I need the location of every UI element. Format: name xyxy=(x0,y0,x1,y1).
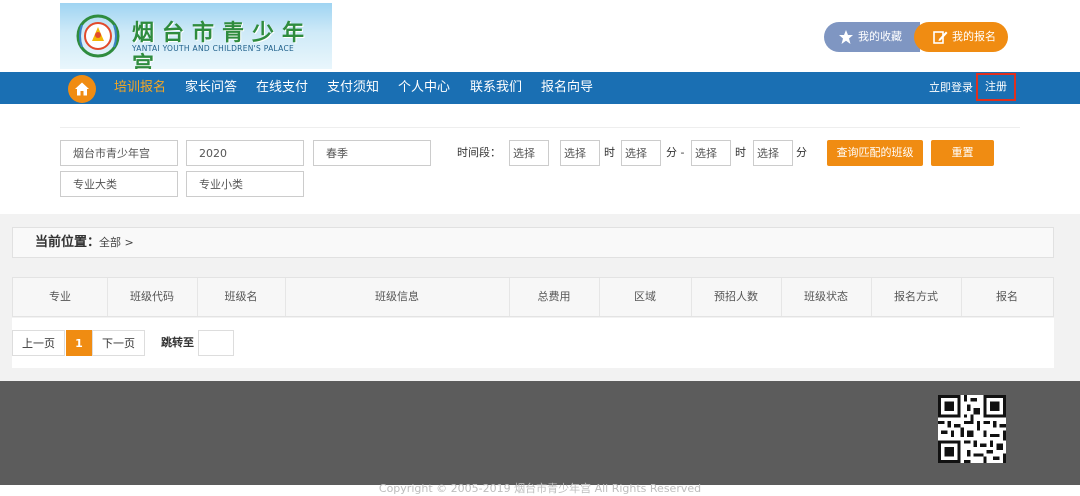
major-category-select[interactable]: 专业大类 xyxy=(60,171,178,197)
pagination: 上一页 1 下一页 跳转至 xyxy=(12,318,1054,368)
nav-parent-qa[interactable]: 家长问答 xyxy=(185,72,237,104)
start-hour-select[interactable]: 选择 xyxy=(509,140,549,166)
minute-label: 分 xyxy=(796,146,807,159)
page-1-button[interactable]: 1 xyxy=(66,330,92,356)
major-subcategory-select[interactable]: 专业小类 xyxy=(186,171,304,197)
col-class-status: 班级状态 xyxy=(804,290,848,303)
col-major: 专业 xyxy=(49,290,71,303)
col-total-fee: 总费用 xyxy=(537,290,571,303)
my-favorites-button[interactable]: 我的收藏 xyxy=(824,22,920,52)
site-footer: Copyright © 2005-2019 烟台市青少年宫 All Rights… xyxy=(0,381,1080,495)
col-class-info: 班级信息 xyxy=(375,290,419,303)
qr-code-icon xyxy=(938,395,1006,463)
col-register: 报名 xyxy=(996,290,1018,303)
col-registration-method: 报名方式 xyxy=(894,290,938,303)
site-logo[interactable]: 烟台市青少年宫 YANTAI YOUTH AND CHILDREN'S PALA… xyxy=(60,3,332,69)
nav-registration-guide[interactable]: 报名向导 xyxy=(541,72,593,104)
filter-panel: 烟台市青少年宫 2020 春季 时间段： 选择 选择 时 选择 分 - 选择 时… xyxy=(0,104,1080,214)
class-table-header: 专业 班级代码 班级名 班级信息 总费用 区域 预招人数 班级状态 报名方式 报… xyxy=(12,277,1054,317)
end-minute-select[interactable]: 选择 xyxy=(753,140,793,166)
filter-divider xyxy=(60,127,1020,128)
palace-emblem-icon xyxy=(76,14,120,58)
edit-icon xyxy=(933,31,948,44)
minute-dash-label: 分 - xyxy=(666,146,685,159)
nav-payment-notice[interactable]: 支付须知 xyxy=(327,72,379,104)
login-link[interactable]: 立即登录 xyxy=(929,72,973,104)
nav-training-registration[interactable]: 培训报名 xyxy=(114,72,166,104)
col-class-code: 班级代码 xyxy=(130,290,174,303)
col-class-name: 班级名 xyxy=(224,290,258,303)
my-registration-button[interactable]: 我的报名 xyxy=(914,22,1008,52)
site-header: 烟台市青少年宫 YANTAI YOUTH AND CHILDREN'S PALA… xyxy=(0,0,1080,72)
search-classes-button[interactable]: 查询匹配的班级 xyxy=(827,140,923,166)
next-page-button[interactable]: 下一页 xyxy=(92,330,145,356)
reset-button[interactable]: 重置 xyxy=(931,140,994,166)
logo-title-cn: 烟台市青少年宫 xyxy=(132,20,313,69)
season-select[interactable]: 春季 xyxy=(313,140,431,166)
start-minute-select[interactable]: 选择 xyxy=(560,140,600,166)
register-link[interactable]: 注册 xyxy=(976,73,1016,101)
home-button[interactable] xyxy=(68,75,96,103)
my-registration-label: 我的报名 xyxy=(952,30,996,43)
start-minute-select-2[interactable]: 选择 xyxy=(621,140,661,166)
time-range-label: 时间段： xyxy=(457,146,501,159)
prev-page-button[interactable]: 上一页 xyxy=(12,330,65,356)
nav-online-payment[interactable]: 在线支付 xyxy=(256,72,308,104)
hour-label-2: 时 xyxy=(735,146,746,159)
col-planned-enrollment: 预招人数 xyxy=(714,290,758,303)
breadcrumb-title: 当前位置： xyxy=(35,235,101,250)
home-icon xyxy=(75,82,89,96)
main-nav: 培训报名 家长问答 在线支付 支付须知 个人中心 联系我们 报名向导 立即登录 xyxy=(0,72,1080,104)
logo-title-en: YANTAI YOUTH AND CHILDREN'S PALACE xyxy=(132,44,295,53)
jump-page-input[interactable] xyxy=(198,330,234,356)
breadcrumb: 当前位置： 全部 > xyxy=(12,227,1054,258)
my-favorites-label: 我的收藏 xyxy=(858,30,902,43)
breadcrumb-path[interactable]: 全部 > xyxy=(99,228,134,258)
nav-contact-us[interactable]: 联系我们 xyxy=(470,72,522,104)
nav-personal-center[interactable]: 个人中心 xyxy=(398,72,450,104)
year-select[interactable]: 2020 xyxy=(186,140,304,166)
star-icon xyxy=(839,30,853,44)
end-hour-select[interactable]: 选择 xyxy=(691,140,731,166)
institution-select[interactable]: 烟台市青少年宫 xyxy=(60,140,178,166)
jump-to-label: 跳转至 xyxy=(161,336,194,349)
hour-label: 时 xyxy=(604,146,615,159)
copyright-text: Copyright © 2005-2019 烟台市青少年宫 All Rights… xyxy=(378,482,702,495)
col-area: 区域 xyxy=(634,290,656,303)
